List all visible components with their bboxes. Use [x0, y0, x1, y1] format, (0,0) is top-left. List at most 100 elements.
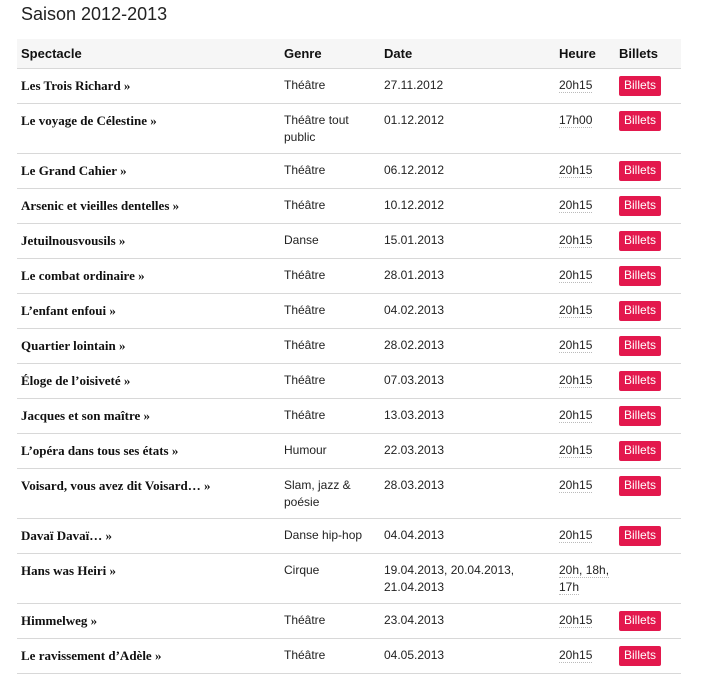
tickets-button[interactable]: Billets	[619, 231, 662, 251]
time-value: 20h15	[559, 613, 593, 628]
time-value: 20h15	[559, 478, 593, 493]
time-value: 20h15	[559, 373, 593, 388]
tickets-button[interactable]: Billets	[619, 526, 662, 546]
show-link[interactable]: Arsenic et vieilles dentelles »	[21, 198, 179, 213]
time-cell: 17h00	[555, 103, 615, 154]
date-cell: 27.11.2012	[380, 68, 555, 104]
tickets-cell: Billets	[615, 153, 681, 189]
tickets-button[interactable]: Billets	[619, 301, 662, 321]
tickets-button[interactable]: Billets	[619, 196, 662, 216]
table-row: Jetuilnousvousils » Danse 15.01.2013 20h15 B…	[17, 223, 681, 259]
show-cell: Quartier lointain »	[17, 328, 280, 364]
tickets-button[interactable]: Billets	[619, 476, 662, 496]
tickets-cell: Billets	[615, 433, 681, 469]
table-row: Himmelweg » Théâtre 23.04.2013 20h15 Billets	[17, 603, 681, 639]
genre-cell: Humour	[280, 433, 380, 469]
genre-cell: Slam, jazz & poésie	[280, 468, 380, 519]
genre-cell: Théâtre	[280, 603, 380, 639]
show-cell: L’enfant enfoui »	[17, 293, 280, 329]
time-value: 20h15	[559, 528, 593, 543]
table-row: Hans was Heiri » Cirque 19.04.2013, 20.04.…	[17, 553, 681, 604]
show-cell: Les Trois Richard »	[17, 68, 280, 104]
date-cell: 19.04.2013, 20.04.2013, 21.04.2013	[380, 553, 555, 604]
date-cell: 06.12.2012	[380, 153, 555, 189]
genre-cell: Théâtre	[280, 398, 380, 434]
show-link[interactable]: Hans was Heiri »	[21, 563, 116, 578]
time-cell: 20h15	[555, 68, 615, 104]
tickets-button[interactable]: Billets	[619, 161, 662, 181]
tickets-button[interactable]: Billets	[619, 336, 662, 356]
tickets-button[interactable]: Billets	[619, 406, 662, 426]
table-row: L’enfant enfoui » Théâtre 04.02.2013 20h15 B…	[17, 293, 681, 329]
date-cell: 10.12.2012	[380, 188, 555, 224]
show-cell: Jacques et son maître »	[17, 398, 280, 434]
show-link[interactable]: Jetuilnousvousils »	[21, 233, 125, 248]
show-link[interactable]: Voisard, vous avez dit Voisard… »	[21, 478, 211, 493]
column-header-time: Heure	[555, 39, 615, 69]
time-value: 20h15	[559, 163, 593, 178]
date-cell: 04.02.2013	[380, 293, 555, 329]
time-cell: 20h15	[555, 363, 615, 399]
tickets-button[interactable]: Billets	[619, 111, 662, 131]
date-cell: 07.03.2013	[380, 363, 555, 399]
time-cell: 20h15	[555, 188, 615, 224]
tickets-button[interactable]: Billets	[619, 646, 662, 666]
time-cell: 20h15	[555, 603, 615, 639]
genre-cell: Danse hip-hop	[280, 518, 380, 554]
show-link[interactable]: Le Grand Cahier »	[21, 163, 127, 178]
tickets-cell: Billets	[615, 363, 681, 399]
genre-cell: Théâtre	[280, 68, 380, 104]
show-link[interactable]: Davaï Davaï… »	[21, 528, 112, 543]
show-cell: Voisard, vous avez dit Voisard… »	[17, 468, 280, 519]
date-cell: 15.01.2013	[380, 223, 555, 259]
time-value: 20h15	[559, 78, 593, 93]
table-header-row: Spectacle Genre Date Heure Billets	[17, 39, 681, 69]
time-value: 20h15	[559, 198, 593, 213]
tickets-button[interactable]: Billets	[619, 441, 662, 461]
show-link[interactable]: L’enfant enfoui »	[21, 303, 116, 318]
page: Saison 2012-2013 Spectacle Genre Date He…	[0, 0, 703, 674]
table-row: L’opéra dans tous ses états » Humour 22.03…	[17, 433, 681, 469]
genre-cell: Théâtre	[280, 293, 380, 329]
show-link[interactable]: Le combat ordinaire »	[21, 268, 145, 283]
time-value: 20h, 18h, 17h	[559, 563, 610, 595]
time-value: 20h15	[559, 233, 593, 248]
time-value: 20h15	[559, 268, 593, 283]
time-value: 20h15	[559, 338, 593, 353]
tickets-cell: Billets	[615, 398, 681, 434]
tickets-cell: Billets	[615, 638, 681, 674]
tickets-button[interactable]: Billets	[619, 76, 662, 96]
date-cell: 28.01.2013	[380, 258, 555, 294]
time-cell: 20h15	[555, 433, 615, 469]
tickets-button[interactable]: Billets	[619, 611, 662, 631]
show-link[interactable]: Les Trois Richard »	[21, 78, 130, 93]
column-header-tickets: Billets	[615, 39, 681, 69]
column-header-genre: Genre	[280, 39, 380, 69]
show-cell: Éloge de l’oisiveté »	[17, 363, 280, 399]
show-link[interactable]: Himmelweg »	[21, 613, 97, 628]
table-row: Quartier lointain » Théâtre 28.02.2013 20h1…	[17, 328, 681, 364]
tickets-cell: Billets	[615, 328, 681, 364]
table-row: Les Trois Richard » Théâtre 27.11.2012 20h1…	[17, 68, 681, 104]
tickets-cell: Billets	[615, 103, 681, 154]
table-row: Le Grand Cahier » Théâtre 06.12.2012 20h15 B…	[17, 153, 681, 189]
time-value: 20h15	[559, 408, 593, 423]
tickets-cell: Billets	[615, 68, 681, 104]
show-link[interactable]: Jacques et son maître »	[21, 408, 150, 423]
show-link[interactable]: Éloge de l’oisiveté »	[21, 373, 130, 388]
tickets-button[interactable]: Billets	[619, 266, 662, 286]
genre-cell: Théâtre	[280, 328, 380, 364]
time-cell: 20h, 18h, 17h	[555, 553, 615, 604]
genre-cell: Théâtre	[280, 363, 380, 399]
table-row: Éloge de l’oisiveté » Théâtre 07.03.2013 20…	[17, 363, 681, 399]
show-link[interactable]: L’opéra dans tous ses états »	[21, 443, 178, 458]
page-title: Saison 2012-2013	[21, 4, 168, 24]
show-link[interactable]: Quartier lointain »	[21, 338, 125, 353]
show-link[interactable]: Le voyage de Célestine »	[21, 113, 157, 128]
genre-cell: Cirque	[280, 553, 380, 604]
show-cell: Davaï Davaï… »	[17, 518, 280, 554]
tickets-button[interactable]: Billets	[619, 371, 662, 391]
table-row: Le ravissement d’Adèle » Théâtre 04.05.201…	[17, 638, 681, 674]
tickets-cell: Billets	[615, 468, 681, 519]
show-link[interactable]: Le ravissement d’Adèle »	[21, 648, 161, 663]
